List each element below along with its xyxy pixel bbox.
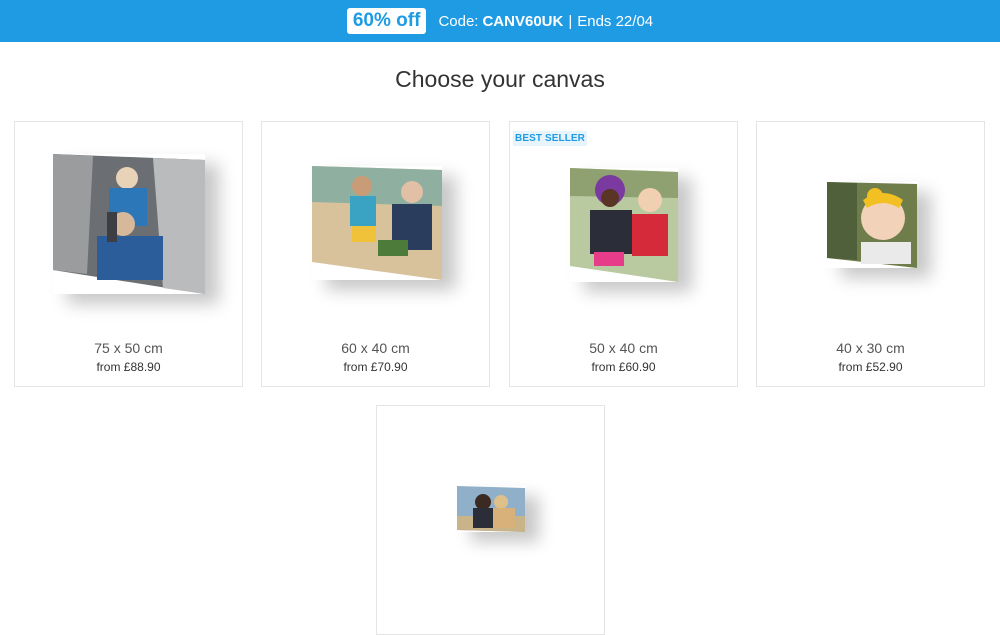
canvas-price: from £60.90 (591, 360, 656, 374)
canvas-price: from £52.90 (838, 360, 903, 374)
canvas-preview-image (53, 154, 205, 294)
canvas-price: from £88.90 (96, 360, 161, 374)
canvas-price: from £70.90 (343, 360, 408, 374)
product-card-60x40[interactable]: 60 x 40 cm from £70.90 (261, 121, 490, 387)
canvas-preview-image (827, 182, 917, 268)
page-title: Choose your canvas (395, 66, 605, 92)
product-card-small[interactable] (376, 405, 605, 635)
promo-code: CANV60UK (482, 12, 564, 30)
product-card-40x30[interactable]: 40 x 30 cm from £52.90 (756, 121, 985, 387)
promo-banner[interactable]: 60% off Code: CANV60UK | Ends 22/04 (0, 0, 1000, 42)
canvas-size: 75 x 50 cm (94, 340, 163, 356)
canvas-size: 40 x 30 cm (836, 340, 905, 356)
product-card-75x50[interactable]: 75 x 50 cm from £88.90 (14, 121, 243, 387)
discount-badge: 60% off (346, 8, 427, 34)
best-seller-badge: BEST SELLER (513, 131, 587, 146)
canvas-size: 50 x 40 cm (589, 340, 658, 356)
canvas-preview-image (570, 168, 678, 282)
canvas-preview-image (312, 166, 442, 280)
product-card-50x40[interactable]: BEST SELLER 50 x 40 cm from £60.90 (509, 121, 738, 387)
canvas-size: 60 x 40 cm (341, 340, 410, 356)
promo-code-label: Code: (438, 12, 479, 30)
promo-end-date: Ends 22/04 (577, 12, 654, 30)
canvas-preview-image (457, 486, 525, 532)
banner-separator: | (568, 12, 573, 30)
